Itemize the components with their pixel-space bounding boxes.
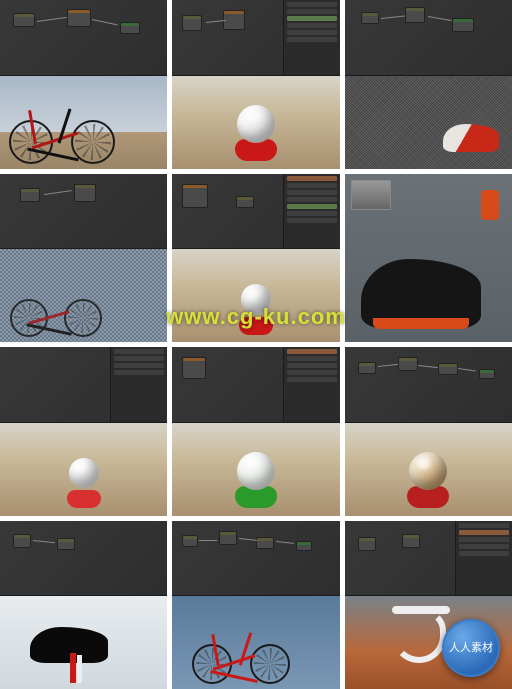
handlebar bbox=[392, 609, 446, 663]
node-editor bbox=[0, 0, 167, 76]
properties-panel bbox=[110, 347, 167, 422]
properties-panel bbox=[283, 347, 340, 422]
thumb-r3c3[interactable] bbox=[345, 347, 512, 516]
shader-ball bbox=[69, 458, 99, 488]
thumb-r2c3[interactable] bbox=[345, 174, 512, 343]
saddle bbox=[361, 259, 481, 329]
shader-stand bbox=[239, 317, 273, 335]
viewport-saddle bbox=[0, 596, 167, 689]
thumb-r1c2[interactable] bbox=[172, 0, 339, 169]
viewport-shaderball bbox=[345, 423, 512, 516]
node-editor bbox=[0, 347, 167, 423]
node-editor bbox=[345, 347, 512, 423]
badge-logo: 人人素材 bbox=[442, 619, 500, 677]
thumb-r2c1[interactable] bbox=[0, 174, 167, 343]
render-saddle-closeup bbox=[345, 174, 512, 343]
viewport-shaderball bbox=[172, 76, 339, 169]
properties-panel bbox=[283, 174, 340, 249]
inset-reference bbox=[351, 180, 391, 210]
node-editor bbox=[172, 521, 339, 597]
thumb-r4c1[interactable] bbox=[0, 521, 167, 689]
viewport-bike-desert bbox=[0, 76, 167, 169]
node-editor bbox=[0, 174, 167, 250]
viewport-shaderball bbox=[172, 249, 339, 342]
thumbnail-grid bbox=[0, 0, 512, 689]
node-editor bbox=[345, 521, 512, 597]
viewport-noise-saddle bbox=[345, 76, 512, 169]
thumb-r2c2[interactable] bbox=[172, 174, 339, 343]
thumb-r3c1[interactable] bbox=[0, 347, 167, 516]
shader-ball bbox=[237, 105, 275, 143]
node-editor bbox=[172, 347, 339, 423]
viewport-shaderball bbox=[172, 423, 339, 516]
viewport-shaderball bbox=[0, 423, 167, 516]
node-editor bbox=[0, 521, 167, 597]
viewport-bike-full bbox=[172, 596, 339, 689]
properties-panel bbox=[455, 521, 512, 596]
node-editor bbox=[172, 174, 339, 250]
properties-panel bbox=[283, 0, 340, 75]
node-editor bbox=[172, 0, 339, 76]
shader-ball bbox=[409, 452, 447, 490]
thumb-r3c2[interactable] bbox=[172, 347, 339, 516]
node-editor bbox=[345, 0, 512, 76]
shader-stand bbox=[67, 490, 101, 508]
thumb-r4c2[interactable] bbox=[172, 521, 339, 689]
viewport-pixelated bbox=[0, 249, 167, 342]
thumb-r1c3[interactable] bbox=[345, 0, 512, 169]
shader-ball bbox=[241, 284, 271, 314]
badge-label: 人人素材 bbox=[449, 642, 493, 654]
shader-ball bbox=[237, 452, 275, 490]
saddle bbox=[30, 627, 108, 663]
thumb-r1c1[interactable] bbox=[0, 0, 167, 169]
